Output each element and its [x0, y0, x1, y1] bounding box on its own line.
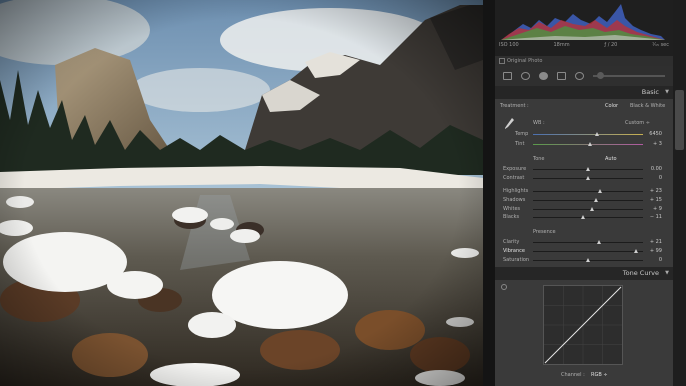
- blacks-knob[interactable]: [580, 215, 585, 219]
- treatment-color-option[interactable]: Color: [605, 103, 618, 109]
- blacks-slider[interactable]: [533, 215, 643, 219]
- temp-knob[interactable]: [594, 132, 599, 136]
- shadows-knob[interactable]: [593, 198, 598, 202]
- saturation-value[interactable]: 0: [659, 257, 662, 263]
- eyedropper-icon[interactable]: [503, 117, 515, 131]
- original-photo-checkbox[interactable]: [499, 58, 505, 64]
- presence-label: Presence: [533, 229, 556, 235]
- shutter-readout: ⅟₁₅ sec: [652, 42, 669, 48]
- temp-label: Temp: [515, 131, 529, 137]
- whites-label: Whites: [503, 206, 521, 212]
- treatment-bw-option[interactable]: Black & White: [630, 103, 665, 109]
- spot-removal-icon[interactable]: [521, 72, 530, 80]
- crop-tool-icon[interactable]: [503, 72, 512, 80]
- aperture-readout: ƒ / 20: [604, 42, 618, 48]
- tool-strip: [495, 66, 673, 86]
- develop-panel: ISO 100 18mm ƒ / 20 ⅟₁₅ sec Original Pho…: [495, 0, 673, 386]
- saturation-knob[interactable]: [586, 258, 590, 262]
- tone-label: Tone: [533, 156, 545, 162]
- photo-preview[interactable]: [0, 0, 483, 386]
- clarity-slider[interactable]: [533, 240, 643, 244]
- tint-knob[interactable]: [588, 142, 593, 146]
- whites-value[interactable]: + 9: [653, 206, 662, 212]
- contrast-value[interactable]: 0: [659, 175, 662, 181]
- clarity-value[interactable]: + 21: [650, 239, 662, 245]
- tone-curve-panel-header[interactable]: Tone Curve ▼: [495, 267, 673, 280]
- vibrance-value[interactable]: + 99: [650, 248, 662, 254]
- vibrance-knob[interactable]: [634, 249, 639, 253]
- shadows-value[interactable]: + 15: [650, 197, 662, 203]
- clarity-label: Clarity: [503, 239, 520, 245]
- focal-length-readout: 18mm: [553, 42, 570, 48]
- tone-curve-graph[interactable]: [543, 285, 623, 365]
- tint-label: Tint: [515, 141, 525, 147]
- shadows-label: Shadows: [503, 197, 526, 203]
- clarity-knob[interactable]: [597, 240, 601, 244]
- saturation-label: Saturation: [503, 257, 530, 263]
- scrollbar-thumb[interactable]: [675, 90, 684, 150]
- highlights-slider[interactable]: [533, 189, 643, 193]
- whites-slider[interactable]: [533, 207, 643, 211]
- treatment-label: Treatment :: [500, 103, 529, 109]
- targeted-adjustment-icon[interactable]: [501, 284, 507, 290]
- basic-panel-header[interactable]: Basic ▼: [495, 86, 673, 99]
- shadows-slider[interactable]: [533, 198, 643, 202]
- saturation-slider[interactable]: [533, 258, 643, 262]
- vibrance-label: Vibrance: [503, 248, 525, 254]
- blacks-label: Blacks: [503, 214, 520, 220]
- original-photo-label: Original Photo: [507, 58, 543, 64]
- histogram: ISO 100 18mm ƒ / 20 ⅟₁₅ sec: [495, 0, 673, 56]
- collapse-triangle-icon[interactable]: ▼: [665, 86, 669, 99]
- tint-slider[interactable]: [533, 142, 643, 146]
- exposure-label: Exposure: [503, 166, 527, 172]
- channel-dropdown[interactable]: RGB ÷: [591, 372, 608, 378]
- contrast-knob[interactable]: [586, 176, 590, 180]
- contrast-slider[interactable]: [533, 176, 643, 180]
- vibrance-slider[interactable]: [533, 249, 643, 253]
- basic-header-label: Basic: [641, 88, 659, 96]
- wb-label: WB :: [533, 120, 545, 126]
- channel-label: Channel :: [561, 372, 585, 378]
- panel-divider: [483, 0, 495, 386]
- exposure-value[interactable]: 0.00: [651, 166, 662, 172]
- iso-readout: ISO 100: [499, 42, 519, 48]
- tone-curve-line[interactable]: [544, 286, 622, 364]
- highlights-knob[interactable]: [598, 189, 603, 193]
- collapse-triangle-icon[interactable]: ▼: [665, 267, 669, 280]
- exposure-slider[interactable]: [533, 167, 643, 171]
- brush-slider[interactable]: [593, 72, 665, 79]
- temp-slider[interactable]: [533, 132, 643, 136]
- exposure-knob[interactable]: [586, 167, 590, 171]
- radial-filter-icon[interactable]: [575, 72, 584, 80]
- highlights-value[interactable]: + 23: [650, 188, 662, 194]
- wb-dropdown[interactable]: Custom ÷: [625, 120, 650, 126]
- tone-curve-header-label: Tone Curve: [622, 269, 659, 277]
- blacks-value[interactable]: − 11: [650, 214, 662, 220]
- graduated-filter-icon[interactable]: [557, 72, 566, 80]
- landscape-image: [0, 0, 483, 386]
- whites-knob[interactable]: [590, 207, 595, 211]
- tint-value[interactable]: + 3: [653, 141, 662, 147]
- highlights-label: Highlights: [503, 188, 529, 194]
- contrast-label: Contrast: [503, 175, 525, 181]
- red-eye-icon[interactable]: [539, 72, 548, 80]
- temp-value[interactable]: 6450: [649, 131, 662, 137]
- auto-tone-button[interactable]: Auto: [605, 156, 617, 162]
- panel-scrollbar[interactable]: [673, 0, 686, 386]
- original-photo-row[interactable]: Original Photo: [495, 56, 673, 66]
